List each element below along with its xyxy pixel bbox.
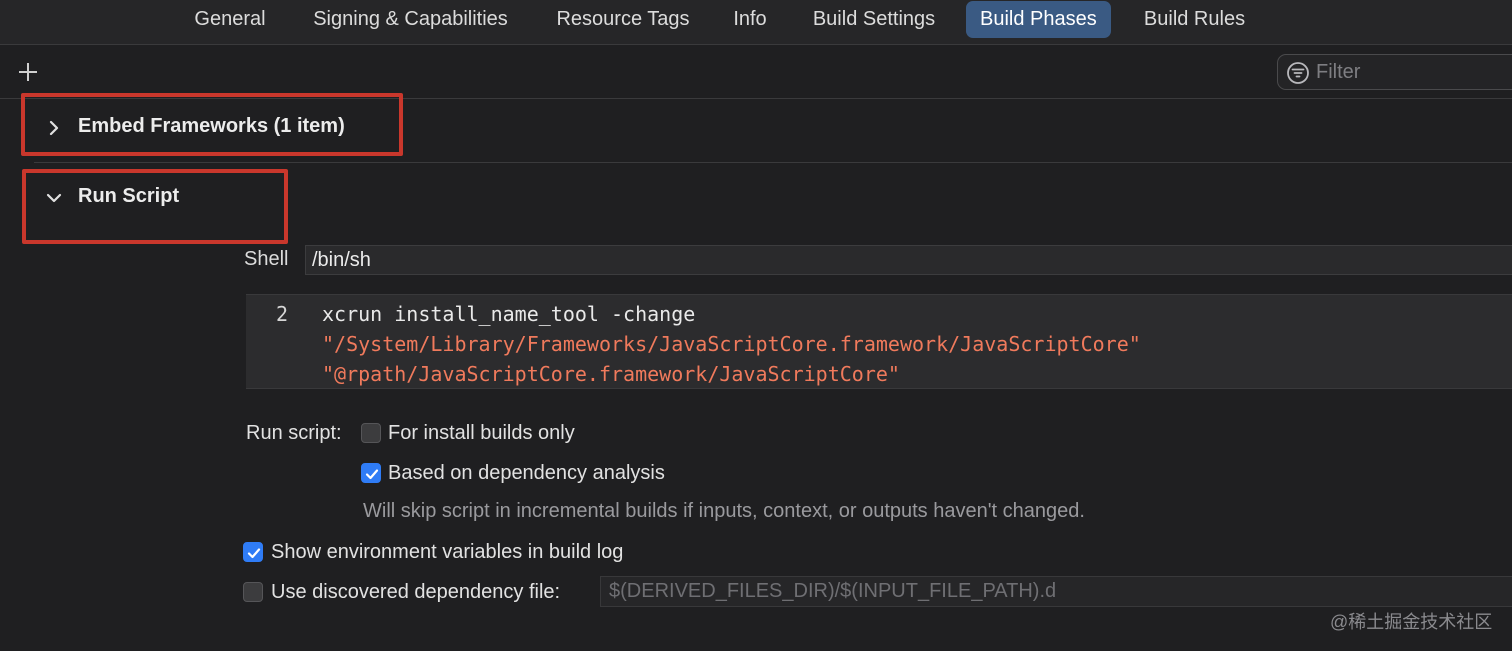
dependency-analysis-hint: Will skip script in incremental builds i… (363, 500, 1085, 522)
toolbar-divider (0, 98, 1512, 99)
phase-run-script[interactable]: Run Script (40, 181, 240, 215)
filter-field[interactable] (1277, 54, 1512, 90)
add-phase-button[interactable] (14, 58, 42, 86)
checkmark-icon (247, 548, 261, 559)
tab-bar: General Signing & Capabilities Resource … (0, 0, 1512, 45)
install-builds-only-checkbox[interactable] (361, 423, 381, 443)
discovered-dep-file-label[interactable]: Use discovered dependency file: (271, 581, 560, 604)
line-number: 2 (276, 302, 289, 326)
chevron-right-icon[interactable] (44, 118, 64, 138)
install-builds-only-label[interactable]: For install builds only (388, 422, 575, 445)
code-command: xcrun install_name_tool -change (322, 302, 696, 326)
tab-build-rules[interactable]: Build Rules (1141, 1, 1248, 38)
checkmark-icon (365, 469, 379, 480)
tab-resource-tags[interactable]: Resource Tags (553, 1, 693, 38)
filter-input[interactable] (1316, 59, 1512, 85)
phase-title-run-script: Run Script (78, 185, 180, 207)
run-script-label: Run script: (246, 422, 342, 444)
watermark: @稀土掘金技术社区 (1330, 612, 1493, 632)
dependency-analysis-label[interactable]: Based on dependency analysis (388, 462, 665, 485)
shell-label: Shell (244, 248, 289, 270)
show-env-vars-label[interactable]: Show environment variables in build log (271, 541, 623, 564)
dependency-file-input[interactable] (600, 576, 1512, 607)
phase-divider (34, 162, 1512, 163)
tab-info[interactable]: Info (731, 1, 769, 38)
tab-build-phases[interactable]: Build Phases (966, 1, 1111, 38)
chevron-down-icon[interactable] (44, 188, 64, 208)
discovered-dep-file-checkbox[interactable] (243, 582, 263, 602)
script-editor[interactable]: 2 xcrun install_name_tool -change "/Syst… (246, 294, 1512, 389)
tab-build-settings[interactable]: Build Settings (807, 1, 941, 38)
plus-icon (19, 63, 37, 81)
tab-general[interactable]: General (193, 1, 267, 38)
shell-input[interactable] (305, 245, 1512, 275)
tab-signing-capabilities[interactable]: Signing & Capabilities (306, 1, 515, 38)
code-string-arg: "/System/Library/Frameworks/JavaScriptCo… (322, 332, 1141, 356)
filter-icon (1287, 62, 1309, 84)
phase-title-embed-frameworks: Embed Frameworks (1 item) (78, 115, 345, 137)
code-string-arg: "@rpath/JavaScriptCore.framework/JavaScr… (322, 362, 900, 386)
dependency-analysis-checkbox[interactable] (361, 463, 381, 483)
phase-embed-frameworks[interactable]: Embed Frameworks (1 item) (40, 111, 400, 145)
show-env-vars-checkbox[interactable] (243, 542, 263, 562)
